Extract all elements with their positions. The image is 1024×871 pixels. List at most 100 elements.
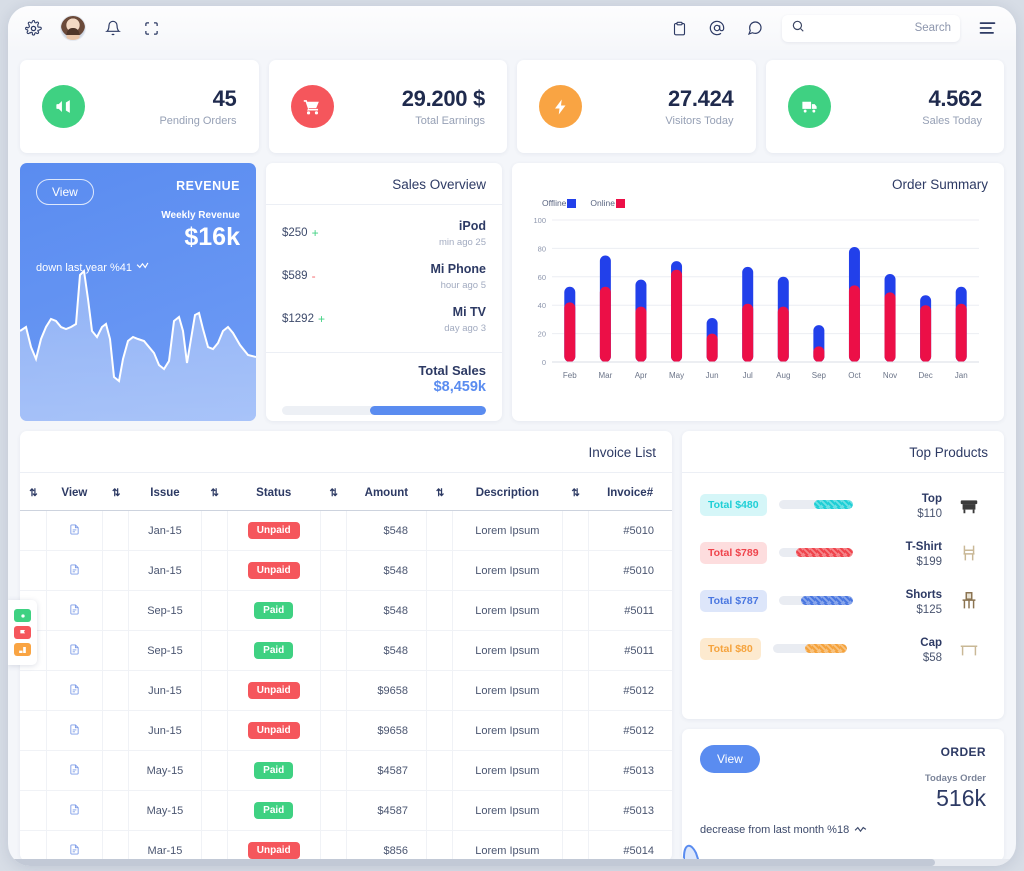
- top-product-row[interactable]: Total $787 Shorts $125: [700, 585, 986, 616]
- layout-chip-icon[interactable]: [14, 643, 31, 656]
- sales-item[interactable]: $250 + iPod min ago 25: [282, 217, 486, 248]
- view-cell[interactable]: [46, 510, 104, 551]
- at-icon[interactable]: [706, 17, 728, 39]
- doc-icon[interactable]: [69, 803, 80, 819]
- menu-icon[interactable]: [976, 17, 998, 39]
- bell-icon[interactable]: [102, 17, 124, 39]
- table-row[interactable]: Sep-15 Paid $548 Lorem Ipsum #5011: [20, 630, 672, 671]
- view-cell[interactable]: [46, 590, 104, 631]
- sales-time: hour ago 5: [440, 280, 486, 291]
- view-cell[interactable]: [46, 630, 104, 671]
- table-row[interactable]: Jun-15 Unpaid $9658 Lorem Ipsum #5012: [20, 670, 672, 711]
- doc-icon[interactable]: [69, 723, 80, 739]
- sales-overview-card: Sales Overview $250 + iPod min ago 25 $5…: [266, 163, 502, 421]
- table-row[interactable]: Jan-15 Unpaid $548 Lorem Ipsum #5010: [20, 510, 672, 551]
- sort-toggle[interactable]: ⇅: [320, 473, 347, 511]
- table-row[interactable]: Jun-15 Unpaid $9658 Lorem Ipsum #5012: [20, 710, 672, 751]
- view-cell[interactable]: [46, 790, 104, 831]
- view-cell[interactable]: [46, 750, 104, 791]
- column-issue[interactable]: Issue: [128, 473, 202, 511]
- doc-icon[interactable]: [69, 843, 80, 859]
- trend-down-icon: [854, 824, 867, 836]
- svg-text:Apr: Apr: [635, 371, 648, 380]
- sort-toggle[interactable]: ⇅: [20, 473, 46, 511]
- order-sparkline: [683, 844, 700, 861]
- order-view-button[interactable]: View: [700, 745, 760, 773]
- top-product-row[interactable]: Total $80 Cap $58: [700, 633, 986, 664]
- view-cell[interactable]: [46, 670, 104, 711]
- column-status[interactable]: Status: [227, 473, 321, 511]
- stat-card[interactable]: 4.562 Sales Today: [765, 60, 1004, 153]
- invoice-number-cell: #5013: [588, 790, 672, 831]
- column-invoice-number[interactable]: Invoice#: [588, 473, 672, 511]
- issue-cell: Jun-15: [128, 710, 202, 751]
- product-total: Total $787: [700, 589, 767, 612]
- table-row[interactable]: Jan-15 Unpaid $548 Lorem Ipsum #5010: [20, 550, 672, 591]
- clipboard-icon[interactable]: [668, 17, 690, 39]
- invoice-list-card: Invoice List ⇅ View ⇅ Issue ⇅ Status ⇅ A…: [20, 431, 672, 861]
- stat-card[interactable]: 27.424 Visitors Today: [517, 60, 756, 153]
- sales-item[interactable]: $1292 + Mi TV day ago 3: [282, 303, 486, 334]
- order-summary-title: Order Summary: [891, 177, 988, 192]
- doc-icon[interactable]: [69, 523, 80, 539]
- armchair-icon: [952, 494, 986, 516]
- row-spacer: [426, 710, 454, 751]
- stat-card[interactable]: 29.200 $ Total Earnings: [268, 60, 507, 153]
- total-sales-progress: [282, 406, 486, 415]
- product-price: $199: [916, 556, 942, 568]
- doc-icon[interactable]: [69, 683, 80, 699]
- avatar[interactable]: [60, 15, 86, 41]
- sort-toggle[interactable]: ⇅: [102, 473, 129, 511]
- stat-card[interactable]: 45 Pending Orders: [20, 60, 259, 153]
- description-cell: Lorem Ipsum: [452, 830, 563, 861]
- sort-toggle[interactable]: ⇅: [426, 473, 453, 511]
- progress-fill: [796, 548, 853, 557]
- top-product-row[interactable]: Total $789 T-Shirt $199: [700, 537, 986, 568]
- sales-sign: +: [317, 311, 325, 326]
- doc-icon[interactable]: [69, 603, 80, 619]
- invoice-number-cell: #5012: [588, 710, 672, 751]
- amount-cell: $4587: [346, 790, 428, 831]
- table-row[interactable]: Mar-15 Unpaid $856 Lorem Ipsum #5014: [20, 830, 672, 861]
- sales-item[interactable]: $589 - Mi Phone hour ago 5: [282, 260, 486, 291]
- row-spacer: [20, 750, 47, 791]
- revenue-view-button[interactable]: View: [36, 179, 94, 205]
- stat-value: 45: [212, 86, 237, 111]
- fullscreen-icon[interactable]: [140, 17, 162, 39]
- search-input[interactable]: Search: [782, 14, 960, 42]
- product-price: $110: [917, 508, 942, 520]
- column-view[interactable]: View: [46, 473, 103, 511]
- sort-toggle[interactable]: ⇅: [201, 473, 228, 511]
- legend-offline[interactable]: Offline: [542, 198, 577, 208]
- status-badge: Unpaid: [247, 842, 300, 859]
- doc-icon[interactable]: [69, 643, 80, 659]
- top-product-row[interactable]: Total $480 Top $110: [700, 489, 986, 520]
- column-amount[interactable]: Amount: [346, 473, 427, 511]
- status-badge: Paid: [254, 802, 294, 819]
- description-cell: Lorem Ipsum: [452, 790, 563, 831]
- status-cell: Unpaid: [227, 510, 321, 551]
- product-name: Top: [921, 493, 942, 505]
- sort-toggle[interactable]: ⇅: [562, 473, 589, 511]
- sales-product: Mi TV: [452, 305, 486, 319]
- settings-chip-icon[interactable]: [14, 609, 31, 622]
- doc-icon[interactable]: [69, 563, 80, 579]
- table-row[interactable]: May-15 Paid $4587 Lorem Ipsum #5013: [20, 790, 672, 831]
- flag-chip-icon[interactable]: [14, 626, 31, 639]
- row-spacer: [201, 750, 228, 791]
- chat-icon[interactable]: [744, 17, 766, 39]
- order-card-subtitle: Todays Order: [924, 773, 986, 784]
- legend-online[interactable]: Online: [590, 198, 625, 208]
- table-row[interactable]: May-15 Paid $4587 Lorem Ipsum #5013: [20, 750, 672, 791]
- sales-sign: +: [311, 225, 319, 240]
- view-cell[interactable]: [46, 830, 104, 861]
- gear-icon[interactable]: [22, 17, 44, 39]
- view-cell[interactable]: [46, 550, 104, 591]
- doc-icon[interactable]: [69, 763, 80, 779]
- table-row[interactable]: Sep-15 Paid $548 Lorem Ipsum #5011: [20, 590, 672, 631]
- horizontal-scrollbar[interactable]: [8, 859, 1016, 866]
- view-cell[interactable]: [46, 710, 104, 751]
- product-progress: [778, 500, 853, 509]
- floating-toolbar[interactable]: [8, 600, 37, 665]
- column-description[interactable]: Description: [452, 473, 563, 511]
